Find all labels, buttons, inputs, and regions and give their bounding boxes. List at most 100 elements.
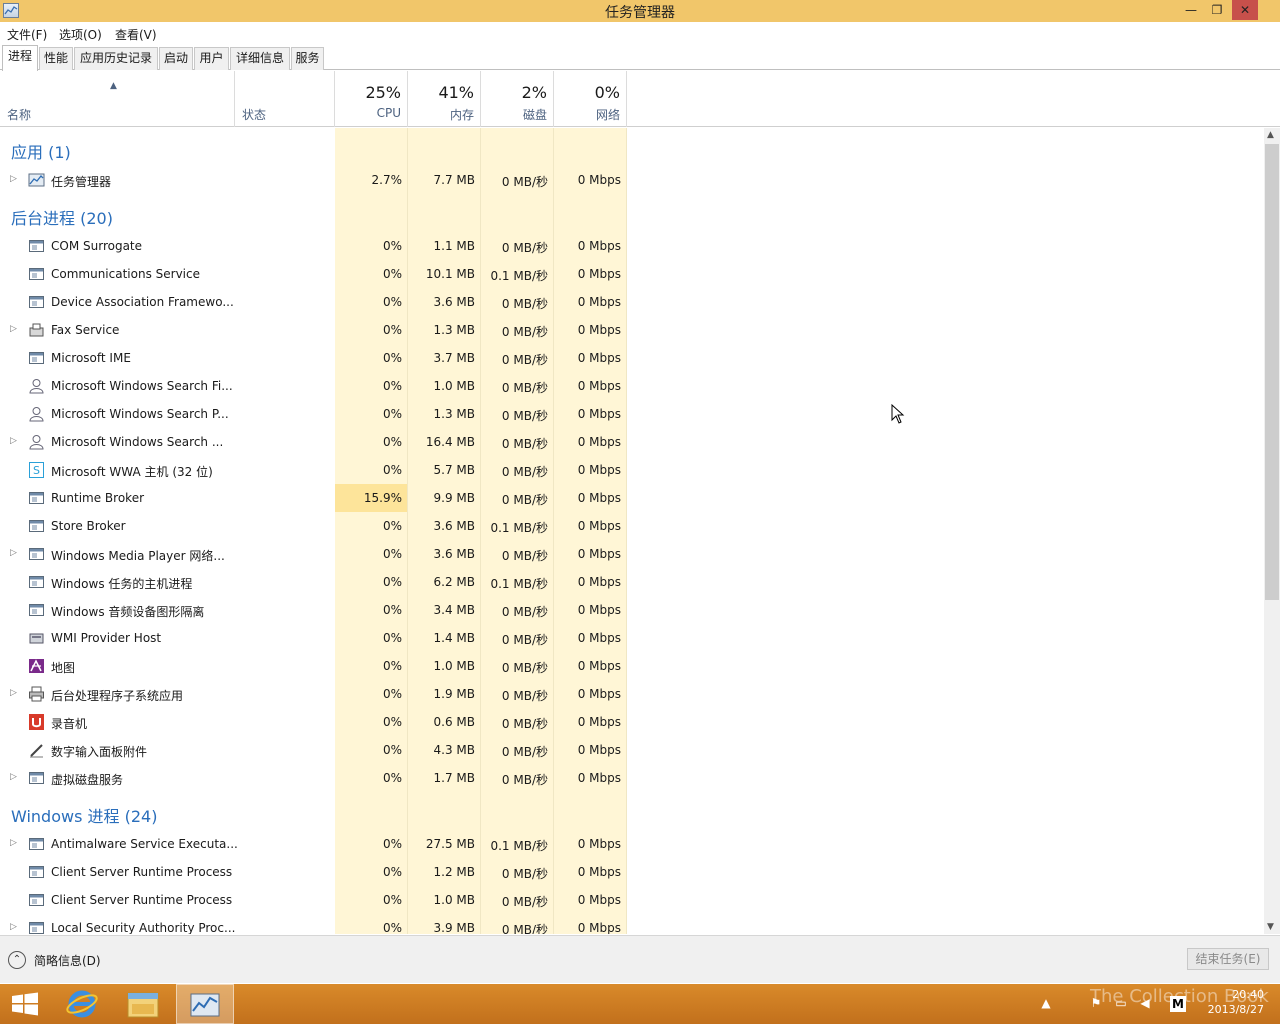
user-icon [28, 378, 45, 394]
expand-chevron-icon[interactable]: ▷ [10, 174, 17, 184]
column-status[interactable]: 状态 [235, 71, 335, 127]
scroll-down-arrow-icon[interactable]: ▼ [1267, 922, 1274, 932]
column-disk[interactable]: 2% 磁盘 [481, 71, 554, 127]
process-row[interactable]: S Microsoft WWA 主机 (32 位) 0% 5.7 MB 0 MB/秒 0 … [0, 456, 1264, 484]
column-cpu[interactable]: 25% CPU [335, 71, 408, 127]
title-bar[interactable]: 任务管理器 — ❐ ✕ [0, 0, 1280, 22]
expand-chevron-icon[interactable]: ▷ [10, 548, 17, 558]
cell-cpu: 0% [382, 837, 402, 851]
tray-clock[interactable]: 20:40 2013/8/27 [1208, 987, 1264, 1017]
expand-chevron-icon[interactable]: ▷ [10, 688, 17, 698]
window-icon [28, 864, 45, 880]
ime-indicator[interactable]: M [1170, 996, 1186, 1012]
column-network[interactable]: 0% 网络 [554, 71, 627, 127]
menu-file[interactable]: 文件(F) [7, 26, 47, 43]
fewer-details-link[interactable]: 简略信息(D) [34, 952, 101, 969]
folder-icon [127, 992, 159, 1018]
cell-network: 0 Mbps [577, 239, 621, 253]
cell-cpu: 0% [382, 921, 402, 934]
cell-cpu: 0% [382, 239, 402, 253]
end-task-button[interactable]: 结束任务(E) [1187, 948, 1269, 970]
cell-disk: 0 MB/秒 [501, 633, 548, 647]
process-row[interactable]: ▷ 后台处理程序子系统应用 0% 1.9 MB 0 MB/秒 0 Mbps [0, 680, 1264, 708]
process-row[interactable]: 数字输入面板附件 0% 4.3 MB 0 MB/秒 0 Mbps [0, 736, 1264, 764]
process-row[interactable]: ▷ Microsoft Windows Search ... 0% 16.4 MB 0 … [0, 428, 1264, 456]
expand-chevron-icon[interactable]: ▷ [10, 922, 17, 932]
process-row[interactable]: ▷ Fax Service 0% 1.3 MB 0 MB/秒 0 Mbps [0, 316, 1264, 344]
volume-icon[interactable]: ◀ [1137, 996, 1153, 1012]
process-row[interactable]: Windows 音频设备图形隔离 0% 3.4 MB 0 MB/秒 0 Mbps [0, 596, 1264, 624]
file-explorer-button[interactable] [114, 984, 172, 1024]
expand-chevron-icon[interactable]: ▷ [10, 436, 17, 446]
expand-chevron-icon[interactable]: ▷ [10, 838, 17, 848]
scroll-up-arrow-icon[interactable]: ▲ [1267, 130, 1274, 140]
collapse-chevron-icon[interactable]: ⌃ [8, 951, 26, 969]
column-status-label: 状态 [242, 108, 267, 122]
tab-users[interactable]: 用户 [194, 47, 229, 70]
process-row[interactable]: Microsoft Windows Search P... 0% 1.3 MB 0 M… [0, 400, 1264, 428]
process-row[interactable]: Device Association Framewo... 0% 3.6 MB 0 M… [0, 288, 1264, 316]
process-row[interactable]: Runtime Broker 15.9% 9.9 MB 0 MB/秒 0 Mbps [0, 484, 1264, 512]
process-row[interactable]: 录音机 0% 0.6 MB 0 MB/秒 0 Mbps [0, 708, 1264, 736]
minimize-button[interactable]: — [1178, 0, 1204, 20]
tab-services[interactable]: 服务 [291, 47, 324, 70]
process-row[interactable]: ▷ 任务管理器 2.7% 7.7 MB 0 MB/秒 0 Mbps [0, 166, 1264, 194]
process-row[interactable]: Client Server Runtime Process 0% 1.2 MB 0 M… [0, 858, 1264, 886]
cell-memory: 7.7 MB [433, 173, 475, 187]
window-icon [28, 518, 45, 534]
cell-memory: 3.9 MB [433, 921, 475, 934]
internet-explorer-button[interactable] [54, 984, 112, 1024]
menu-view[interactable]: 查看(V) [115, 26, 157, 43]
cell-network: 0 Mbps [577, 173, 621, 187]
scroll-thumb[interactable] [1265, 144, 1279, 600]
tab-details[interactable]: 详细信息 [230, 47, 290, 70]
process-row[interactable]: ▷ Local Security Authority Proc... 0% 3.9 M… [0, 914, 1264, 934]
tab-startup[interactable]: 启动 [159, 47, 193, 70]
network-icon[interactable]: ▭ [1113, 996, 1129, 1012]
process-row[interactable]: ▷ 虚拟磁盘服务 0% 1.7 MB 0 MB/秒 0 Mbps [0, 764, 1264, 792]
process-name: Windows 音频设备图形隔离 [51, 605, 205, 619]
column-name[interactable]: ▲ 名称 [0, 71, 235, 127]
tab-processes[interactable]: 进程 [2, 45, 38, 71]
process-list[interactable]: 应用 (1) ▷ 任务管理器 2.7% 7.7 MB 0 MB/秒 0 Mbps 后台进程 (… [0, 128, 1264, 934]
vertical-scrollbar[interactable]: ▲ ▼ [1264, 128, 1280, 934]
expand-chevron-icon[interactable]: ▷ [10, 324, 17, 334]
process-row[interactable]: ▷ Windows Media Player 网络... 0% 3.6 MB 0 MB/… [0, 540, 1264, 568]
process-row[interactable]: Windows 任务的主机进程 0% 6.2 MB 0.1 MB/秒 0 Mbps [0, 568, 1264, 596]
show-hidden-icons-icon[interactable]: ▲ [1038, 996, 1054, 1012]
process-row[interactable]: Store Broker 0% 3.6 MB 0.1 MB/秒 0 Mbps [0, 512, 1264, 540]
group-header[interactable]: 后台进程 (20) [0, 194, 1264, 232]
cell-disk: 0.1 MB/秒 [490, 269, 548, 283]
process-name: Antimalware Service Executa... [51, 837, 238, 851]
tab-performance[interactable]: 性能 [39, 47, 73, 70]
process-row[interactable]: Microsoft IME 0% 3.7 MB 0 MB/秒 0 Mbps [0, 344, 1264, 372]
column-memory[interactable]: 41% 内存 [408, 71, 481, 127]
group-header[interactable]: 应用 (1) [0, 128, 1264, 166]
close-button[interactable]: ✕ [1232, 0, 1258, 20]
process-row[interactable]: Microsoft Windows Search Fi... 0% 1.0 MB 0 … [0, 372, 1264, 400]
cell-network: 0 Mbps [577, 267, 621, 281]
expand-chevron-icon[interactable]: ▷ [10, 772, 17, 782]
cell-memory: 1.0 MB [433, 893, 475, 907]
process-row[interactable]: Communications Service 0% 10.1 MB 0.1 MB/秒 0… [0, 260, 1264, 288]
action-center-flag-icon[interactable]: ⚑ [1088, 996, 1104, 1012]
cell-cpu: 0% [382, 379, 402, 393]
menu-options[interactable]: 选项(O) [59, 26, 102, 43]
cell-disk: 0 MB/秒 [501, 465, 548, 479]
cell-network: 0 Mbps [577, 379, 621, 393]
group-header[interactable]: Windows 进程 (24) [0, 792, 1264, 830]
start-button[interactable] [0, 984, 58, 1024]
process-name: Store Broker [51, 519, 126, 533]
process-row[interactable]: COM Surrogate 0% 1.1 MB 0 MB/秒 0 Mbps [0, 232, 1264, 260]
window-icon [28, 266, 45, 282]
cell-memory: 4.3 MB [433, 743, 475, 757]
process-row[interactable]: WMI Provider Host 0% 1.4 MB 0 MB/秒 0 Mbps [0, 624, 1264, 652]
process-row[interactable]: ▷ Antimalware Service Executa... 0% 27.5 MB… [0, 830, 1264, 858]
cell-cpu: 0% [382, 267, 402, 281]
process-row[interactable]: Client Server Runtime Process 0% 1.0 MB 0 M… [0, 886, 1264, 914]
tab-app-history[interactable]: 应用历史记录 [74, 47, 158, 70]
task-manager-taskbar-button[interactable] [176, 984, 234, 1024]
maximize-button[interactable]: ❐ [1204, 0, 1230, 20]
cell-memory: 1.3 MB [433, 407, 475, 421]
process-row[interactable]: 地图 0% 1.0 MB 0 MB/秒 0 Mbps [0, 652, 1264, 680]
